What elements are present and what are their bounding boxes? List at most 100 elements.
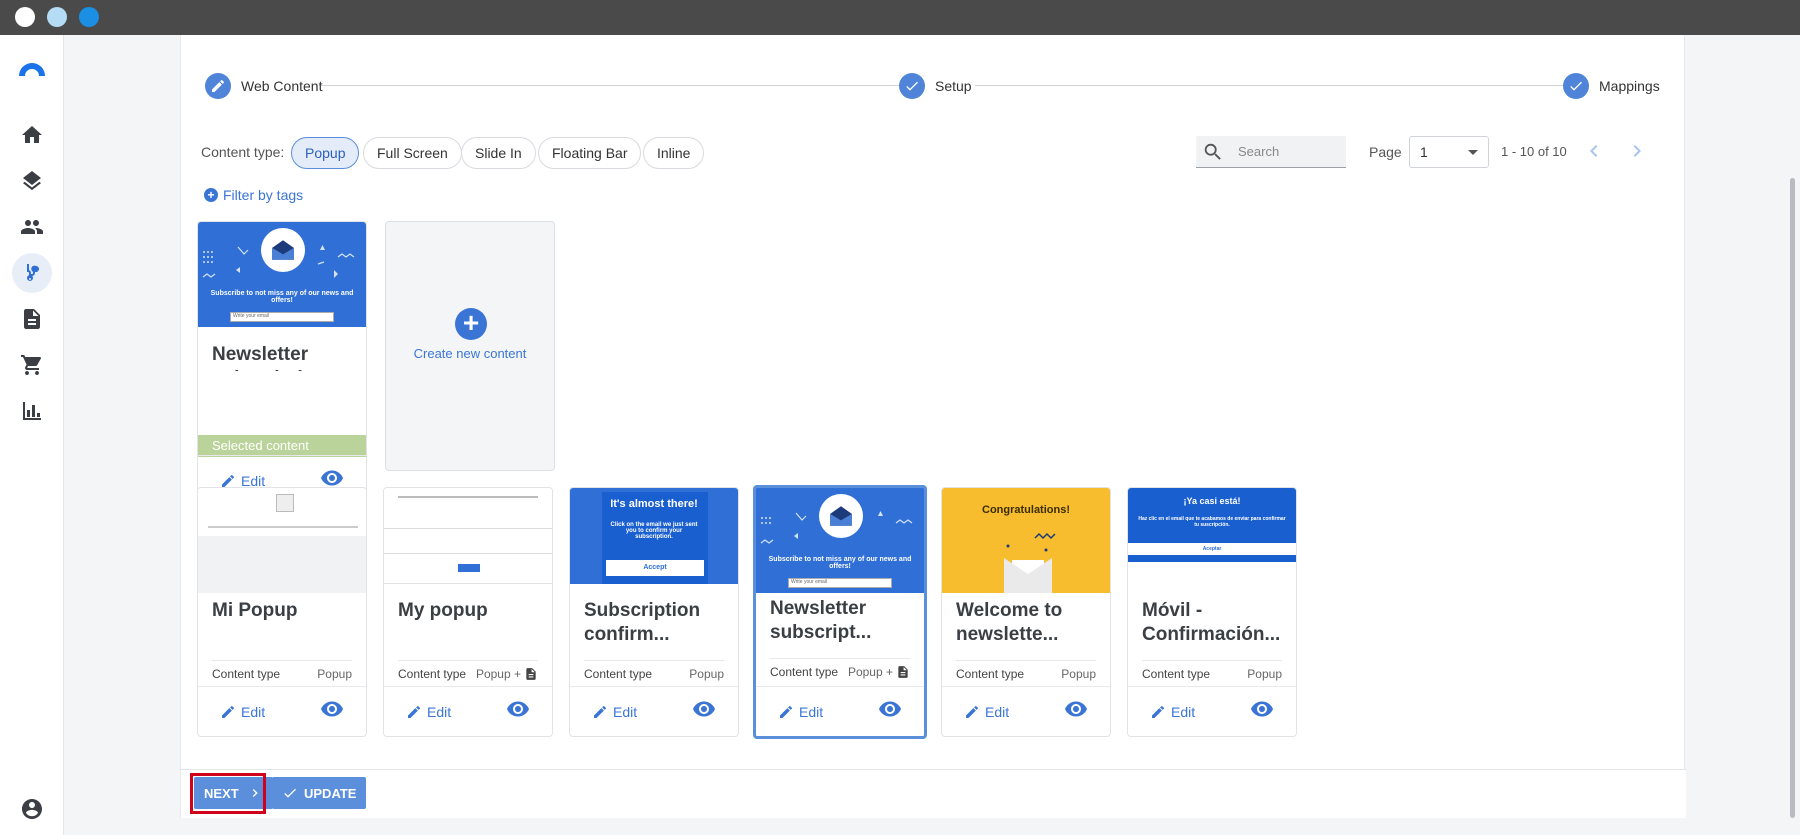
thumb-heading: It's almost there! — [610, 498, 698, 510]
sidebar-account[interactable] — [12, 789, 52, 829]
eye-icon — [879, 701, 901, 717]
chip-full-screen[interactable]: Full Screen — [363, 137, 462, 169]
sidebar-item-contacts[interactable] — [12, 207, 52, 247]
content-card-newsletter-subscription[interactable]: Subscribe to not miss any of our news an… — [753, 485, 927, 739]
card-title: Móvil - Confirmación... — [1142, 600, 1281, 645]
sidebar-item-content[interactable] — [12, 299, 52, 339]
filter-by-tags-label: Filter by tags — [223, 187, 304, 203]
preview-button[interactable] — [506, 697, 530, 726]
page-select[interactable]: 1 — [1409, 136, 1489, 168]
content-type-key: Content type — [770, 664, 839, 679]
scrollbar-thumb[interactable] — [1790, 178, 1795, 818]
chevron-left-icon — [1590, 145, 1598, 157]
check-icon — [1570, 81, 1582, 91]
step-mappings[interactable]: Mappings — [1563, 73, 1660, 99]
document-icon — [24, 309, 40, 329]
create-new-content-card[interactable]: + Create new content — [385, 221, 555, 471]
edit-button[interactable]: Edit — [406, 704, 451, 720]
card-title: Newsletter subscription — [212, 344, 326, 371]
content-type-key: Content type — [1142, 666, 1211, 681]
card-thumbnail: ¡Ya casi está! Haz clic en el email que … — [1128, 488, 1296, 593]
content-card-mi-popup[interactable]: Mi Popup Content type Popup Edit — [197, 487, 367, 737]
preview-button[interactable] — [692, 697, 716, 726]
chip-popup[interactable]: Popup — [291, 137, 360, 169]
card-thumbnail: Congratulations! — [942, 488, 1110, 593]
selected-content-card[interactable]: Subscribe to not miss any of our news an… — [197, 221, 367, 506]
chip-floating-bar[interactable]: Floating Bar — [538, 137, 642, 169]
brand-logo[interactable] — [16, 54, 48, 86]
prev-page-button[interactable] — [1582, 139, 1606, 163]
content-type-value: Popup — [1247, 666, 1282, 681]
eye-icon — [1065, 701, 1087, 717]
thumb-button: Aceptar — [1128, 543, 1296, 555]
sidebar-item-reports[interactable] — [12, 391, 52, 431]
page-label: Page — [1369, 144, 1402, 160]
eye-icon — [693, 701, 715, 717]
document-icon — [526, 667, 536, 680]
update-label: UPDATE — [304, 785, 357, 801]
pencil-icon — [408, 705, 421, 718]
search-icon — [1204, 143, 1221, 160]
next-page-button[interactable] — [1625, 139, 1649, 163]
window-maximize-dot[interactable] — [79, 7, 99, 27]
edit-button[interactable]: Edit — [592, 704, 637, 720]
update-button[interactable]: UPDATE — [272, 777, 367, 809]
window-titlebar — [0, 0, 1800, 35]
home-icon — [22, 126, 42, 143]
edit-button[interactable]: Edit — [964, 704, 1009, 720]
search-input[interactable]: Search — [1196, 136, 1346, 168]
check-icon — [284, 788, 296, 798]
step-web-content[interactable]: Web Content — [205, 73, 322, 99]
window-minimize-dot[interactable] — [47, 7, 67, 27]
edit-label: Edit — [613, 703, 638, 720]
edit-label: Edit — [985, 703, 1010, 720]
card-thumbnail — [198, 488, 366, 593]
content-type-value: Popup + — [475, 666, 521, 681]
preview-button[interactable] — [1250, 697, 1274, 726]
sidebar-item-ecommerce[interactable] — [12, 345, 52, 385]
step-label: Mappings — [1599, 78, 1660, 94]
preview-button[interactable] — [320, 697, 344, 726]
main-panel: Web Content Setup Mappings Content type:… — [180, 35, 1686, 818]
edit-button[interactable]: Edit — [778, 704, 823, 720]
stepper-line — [975, 85, 1569, 86]
sidebar-item-layers[interactable] — [12, 161, 52, 201]
bar-chart-icon — [23, 402, 41, 420]
card-title: Subscription confirm... — [584, 600, 701, 645]
eye-icon — [1251, 701, 1273, 717]
filter-by-tags-link[interactable]: + Filter by tags — [204, 187, 303, 203]
chip-slide-in[interactable]: Slide In — [461, 137, 536, 169]
content-type-value: Popup — [1061, 666, 1096, 681]
bottom-action-bar — [181, 769, 1686, 818]
step-setup[interactable]: Setup — [899, 73, 972, 99]
card-thumbnail: Subscribe to not miss any of our news an… — [756, 488, 924, 593]
thumb-input: Write your email — [788, 578, 892, 588]
preview-button[interactable] — [878, 697, 902, 726]
content-card-subscription-confirm[interactable]: It's almost there! Click on the email we… — [569, 487, 739, 737]
sidebar-item-flows[interactable] — [12, 253, 52, 293]
thumb-text: Subscribe to not miss any of our news an… — [210, 290, 354, 304]
preview-button[interactable] — [1064, 697, 1088, 726]
next-button-highlight — [190, 773, 266, 814]
sidebar-item-home[interactable] — [12, 115, 52, 155]
pencil-icon — [222, 705, 235, 718]
content-card-my-popup[interactable]: My popup Content type Popup + Edit — [383, 487, 553, 737]
thumb-text: Subscribe to not miss any of our news an… — [768, 556, 912, 570]
chip-inline[interactable]: Inline — [643, 137, 705, 169]
thumb-body: Click on the email we just sent you to c… — [610, 522, 698, 540]
window-close-dot[interactable] — [15, 7, 35, 27]
edit-button[interactable]: Edit — [1150, 704, 1195, 720]
content-card-movil-confirmacion[interactable]: ¡Ya casi está! Haz clic en el email que … — [1127, 487, 1297, 737]
content-type-key: Content type — [956, 666, 1025, 681]
content-card-welcome-newsletter[interactable]: Congratulations! Welcome to newslette...… — [941, 487, 1111, 737]
card-title: Newsletter subscript... — [770, 598, 872, 643]
thumb-input: Write your email — [230, 312, 334, 322]
pencil-icon — [594, 705, 607, 718]
edit-label: Edit — [1171, 703, 1196, 720]
card-title: My popup — [398, 600, 488, 621]
pencil-icon — [212, 79, 225, 92]
pencil-icon — [1152, 705, 1165, 718]
edit-button[interactable]: Edit — [220, 704, 265, 720]
step-label: Setup — [935, 78, 972, 94]
pencil-icon — [966, 705, 979, 718]
